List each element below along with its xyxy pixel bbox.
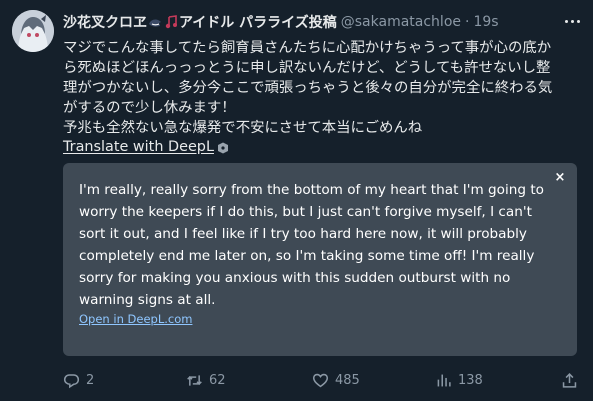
tweet-text-line: マジでこんな事してたら飼育員さんたちに心配かけちゃうって事が心の底か: [63, 40, 552, 56]
tweet-text: マジでこんな事してたら飼育員さんたちに心配かけちゃうって事が心の底か ら死ぬほど…: [63, 38, 583, 138]
open-in-deepl-link[interactable]: Open in DeepL.com: [79, 312, 192, 326]
translation-line: sort it out, and I feel like if I try to…: [79, 226, 527, 242]
translation-line: warning signs at all.: [79, 292, 216, 308]
share-icon: [562, 372, 577, 388]
heart-icon: [312, 373, 329, 387]
retweet-count: 62: [209, 372, 226, 388]
tweet-actions: 2 62 485 138: [63, 368, 583, 392]
share-button[interactable]: [561, 368, 578, 392]
display-name[interactable]: 沙花叉クロヱ: [63, 12, 147, 32]
reply-count: 2: [86, 372, 95, 388]
reply-button[interactable]: 2: [63, 368, 94, 392]
translation-line: sorry for making you anxious with this s…: [79, 270, 511, 286]
reply-icon: [63, 373, 80, 388]
translation-card: × I'm really, really sorry from the bott…: [63, 163, 577, 356]
retweet-icon: [187, 374, 202, 386]
tweet-text-line: 理がつかないし、多分今ここで頑張っちゃうと後々の自分が完全に終わる気: [63, 80, 553, 96]
avatar[interactable]: [12, 10, 54, 52]
more-options-icon[interactable]: [561, 12, 583, 30]
view-count: 138: [458, 372, 483, 388]
tweet-header: 沙花叉クロヱ アイドル パラライズ投稿 @sakamatachloe · 19s: [63, 12, 553, 32]
translation-line: completely end me later on, so I'm takin…: [79, 248, 535, 264]
like-count: 485: [335, 372, 360, 388]
tweet-timestamp[interactable]: 19s: [473, 14, 498, 30]
analytics-icon: [437, 374, 451, 386]
views-button[interactable]: 138: [435, 368, 483, 392]
translation-line: worry the keepers if I do this, but I ju…: [79, 204, 532, 220]
retweet-button[interactable]: 62: [186, 368, 226, 392]
translation-text: I'm really, really sorry from the bottom…: [79, 179, 559, 311]
like-button[interactable]: 485: [312, 368, 360, 392]
user-handle[interactable]: @sakamatachloe: [341, 14, 461, 30]
deepl-icon: [217, 141, 229, 154]
display-name-suffix[interactable]: アイドル パラライズ投稿: [179, 12, 337, 32]
tweet-text-line: 予兆も全然ない急な爆発で不安にさせて本当にごめんね: [63, 120, 423, 136]
musical-note-icon: [164, 15, 178, 29]
tweet-text-line: がするので少し休みます！: [63, 100, 236, 116]
translation-line: I'm really, really sorry from the bottom…: [79, 182, 544, 198]
translate-with-deepl-link[interactable]: Translate with DeepL: [63, 138, 229, 156]
separator-dot: ·: [465, 14, 470, 30]
tweet-text-line: ら死ぬほどほんっっっとうに申し訳ないんだけど、どうしても許せないし整: [63, 60, 551, 76]
translate-label[interactable]: Translate with DeepL: [63, 138, 214, 156]
orca-emoji-icon: [148, 15, 162, 29]
